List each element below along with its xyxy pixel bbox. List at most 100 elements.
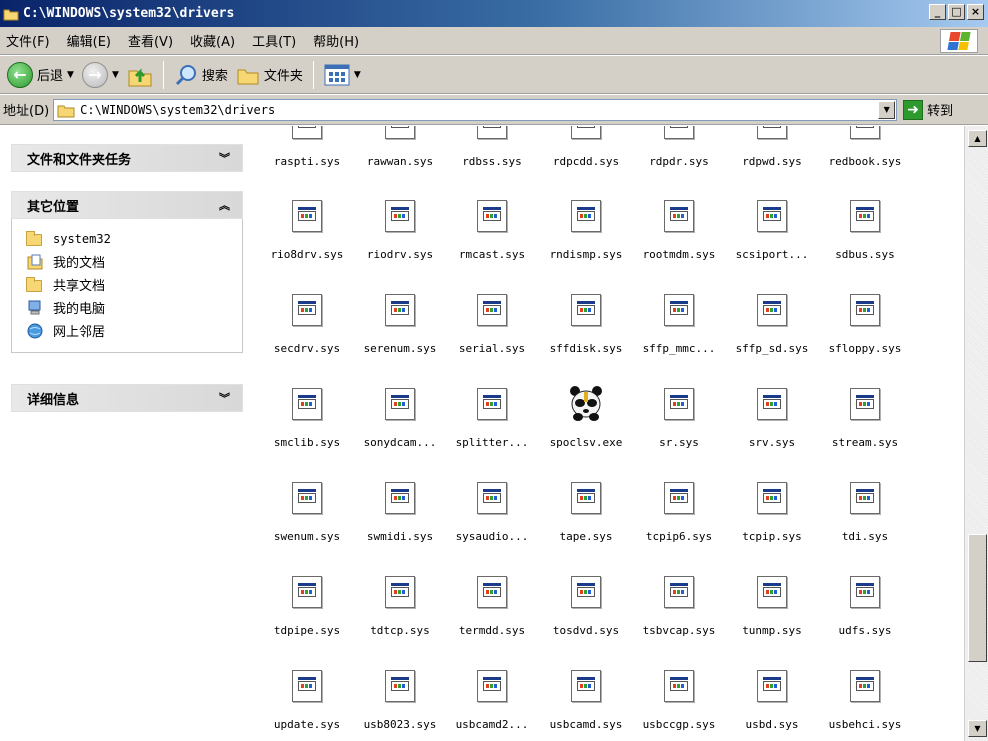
file-name-label: rio8drv.sys xyxy=(270,248,344,261)
file-name-label: tdtcp.sys xyxy=(370,624,430,637)
back-button[interactable]: ← 后退 ▼ xyxy=(3,60,78,90)
menu-bar: 文件(F) 编辑(E) 查看(V) 收藏(A) 工具(T) 帮助(H) xyxy=(0,27,988,55)
file-name-label: sdbus.sys xyxy=(835,248,895,261)
file-name-label: tcpip.sys xyxy=(742,530,802,543)
up-folder-button[interactable] xyxy=(123,60,157,90)
system-file-icon xyxy=(850,294,880,326)
system-file-icon xyxy=(292,388,322,420)
file-name-label: rndismp.sys xyxy=(549,248,623,261)
file-item[interactable]: usbcamd.sys xyxy=(539,126,633,731)
expand-chevron-icon[interactable]: ︾ xyxy=(219,150,230,166)
file-name-label: serial.sys xyxy=(458,342,526,355)
toolbar-divider xyxy=(162,60,164,89)
forward-button[interactable]: → ▼ xyxy=(78,60,123,90)
views-button[interactable]: ▼ xyxy=(320,60,365,90)
address-dropdown-button[interactable]: ▼ xyxy=(878,100,896,119)
expand-chevron-icon[interactable]: ︾ xyxy=(219,390,230,406)
chevron-down-icon[interactable]: ▼ xyxy=(112,70,119,80)
place-label: 网上邻居 xyxy=(53,325,106,340)
file-name-label: tape.sys xyxy=(559,530,613,543)
system-file-icon xyxy=(757,294,787,326)
system-file-icon xyxy=(385,126,415,139)
scroll-down-button[interactable]: ▼ xyxy=(968,720,987,737)
chevron-down-icon[interactable]: ▼ xyxy=(67,70,74,80)
file-name-label: usbd.sys xyxy=(745,718,799,731)
maximize-button[interactable]: □ xyxy=(948,4,965,20)
system-file-icon xyxy=(571,200,601,232)
views-icon xyxy=(324,64,350,85)
address-bar: 地址(D) C:\WINDOWS\system32\drivers ▼ ➜ 转到 xyxy=(0,95,988,125)
file-item[interactable]: update.sys xyxy=(260,126,354,731)
scroll-thumb[interactable] xyxy=(968,534,987,662)
other-places-list: system32 我的文档 共享文档 我的电脑 网上邻居 xyxy=(11,219,243,353)
file-item[interactable]: usb8023.sys xyxy=(353,126,447,731)
menu-view[interactable]: 查看(V) xyxy=(128,31,173,50)
vertical-scrollbar[interactable]: ▲ ▼ xyxy=(964,126,988,741)
system-file-icon xyxy=(850,576,880,608)
menu-help[interactable]: 帮助(H) xyxy=(313,31,359,50)
system-file-icon xyxy=(571,294,601,326)
file-name-label: sr.sys xyxy=(659,436,699,449)
menu-favorites[interactable]: 收藏(A) xyxy=(190,31,235,50)
file-item[interactable]: usbehci.sys xyxy=(818,126,912,731)
file-folder-tasks-header[interactable]: 文件和文件夹任务 ︾ xyxy=(11,144,243,172)
window-title: C:\WINDOWS\system32\drivers xyxy=(23,6,235,21)
folder-icon xyxy=(26,230,44,247)
system-file-icon xyxy=(757,388,787,420)
address-value: C:\WINDOWS\system32\drivers xyxy=(80,102,276,117)
network-places-icon xyxy=(26,323,44,339)
file-name-label: sffp_mmc... xyxy=(642,342,716,355)
file-name-label: tcpip6.sys xyxy=(645,530,713,543)
collapse-chevron-icon[interactable]: ︽ xyxy=(219,197,230,213)
search-button[interactable]: 搜索 xyxy=(170,60,232,90)
place-my-documents[interactable]: 我的文档 xyxy=(26,250,242,273)
other-places-panel: 其它位置 ︽ system32 我的文档 共享文档 我的电脑 网上邻居 xyxy=(11,191,243,353)
system-file-icon xyxy=(664,388,694,420)
file-item[interactable]: usbccgp.sys xyxy=(632,126,726,731)
go-label: 转到 xyxy=(927,104,954,119)
file-list-view[interactable]: raspti.sys rawwan.sys rdbss.sys rdpcdd.sys r… xyxy=(256,126,964,741)
panda-app-icon xyxy=(569,384,603,422)
file-item[interactable]: usbd.sys xyxy=(725,126,819,731)
system-file-icon xyxy=(850,482,880,514)
menu-file[interactable]: 文件(F) xyxy=(6,31,50,50)
place-shared-documents[interactable]: 共享文档 xyxy=(26,273,242,296)
place-system32[interactable]: system32 xyxy=(26,227,242,250)
title-bar[interactable]: C:\WINDOWS\system32\drivers _ □ × xyxy=(0,0,988,27)
system-file-icon xyxy=(292,200,322,232)
back-label: 后退 xyxy=(37,69,64,84)
back-arrow-icon: ← xyxy=(7,61,33,88)
up-folder-icon xyxy=(128,67,152,86)
go-button[interactable]: ➜ 转到 xyxy=(903,99,954,120)
chevron-down-icon[interactable]: ▼ xyxy=(354,70,361,80)
other-places-header[interactable]: 其它位置 ︽ xyxy=(11,191,243,219)
task-pane: 文件和文件夹任务 ︾ 其它位置 ︽ system32 我的文档 共享文档 我的电… xyxy=(0,126,256,741)
file-name-label: update.sys xyxy=(273,718,341,731)
scroll-up-button[interactable]: ▲ xyxy=(968,130,987,147)
details-header[interactable]: 详细信息 ︾ xyxy=(11,384,243,412)
system-file-icon xyxy=(477,576,507,608)
file-folder-tasks-title: 文件和文件夹任务 xyxy=(27,152,132,168)
file-item[interactable]: usbcamd2... xyxy=(445,126,539,731)
menu-tools[interactable]: 工具(T) xyxy=(252,31,296,50)
file-name-label: raspti.sys xyxy=(273,155,341,168)
system-file-icon xyxy=(385,670,415,702)
file-folder-tasks-panel: 文件和文件夹任务 ︾ xyxy=(11,144,243,172)
minimize-button[interactable]: _ xyxy=(929,4,946,20)
address-label: 地址(D) xyxy=(3,104,50,119)
file-name-label: spoclsv.exe xyxy=(549,436,623,449)
file-name-label: sfloppy.sys xyxy=(828,342,902,355)
place-my-computer[interactable]: 我的电脑 xyxy=(26,296,242,319)
menu-edit[interactable]: 编辑(E) xyxy=(67,31,111,50)
search-label: 搜索 xyxy=(201,69,228,84)
place-network[interactable]: 网上邻居 xyxy=(26,319,242,342)
address-input[interactable]: C:\WINDOWS\system32\drivers ▼ xyxy=(53,98,898,121)
close-button[interactable]: × xyxy=(967,4,984,20)
system-file-icon xyxy=(850,670,880,702)
system-file-icon xyxy=(477,200,507,232)
system-file-icon xyxy=(385,388,415,420)
system-file-icon xyxy=(571,576,601,608)
folders-button[interactable]: 文件夹 xyxy=(232,60,307,90)
file-name-label: tdi.sys xyxy=(841,530,889,543)
file-name-label: secdrv.sys xyxy=(273,342,341,355)
